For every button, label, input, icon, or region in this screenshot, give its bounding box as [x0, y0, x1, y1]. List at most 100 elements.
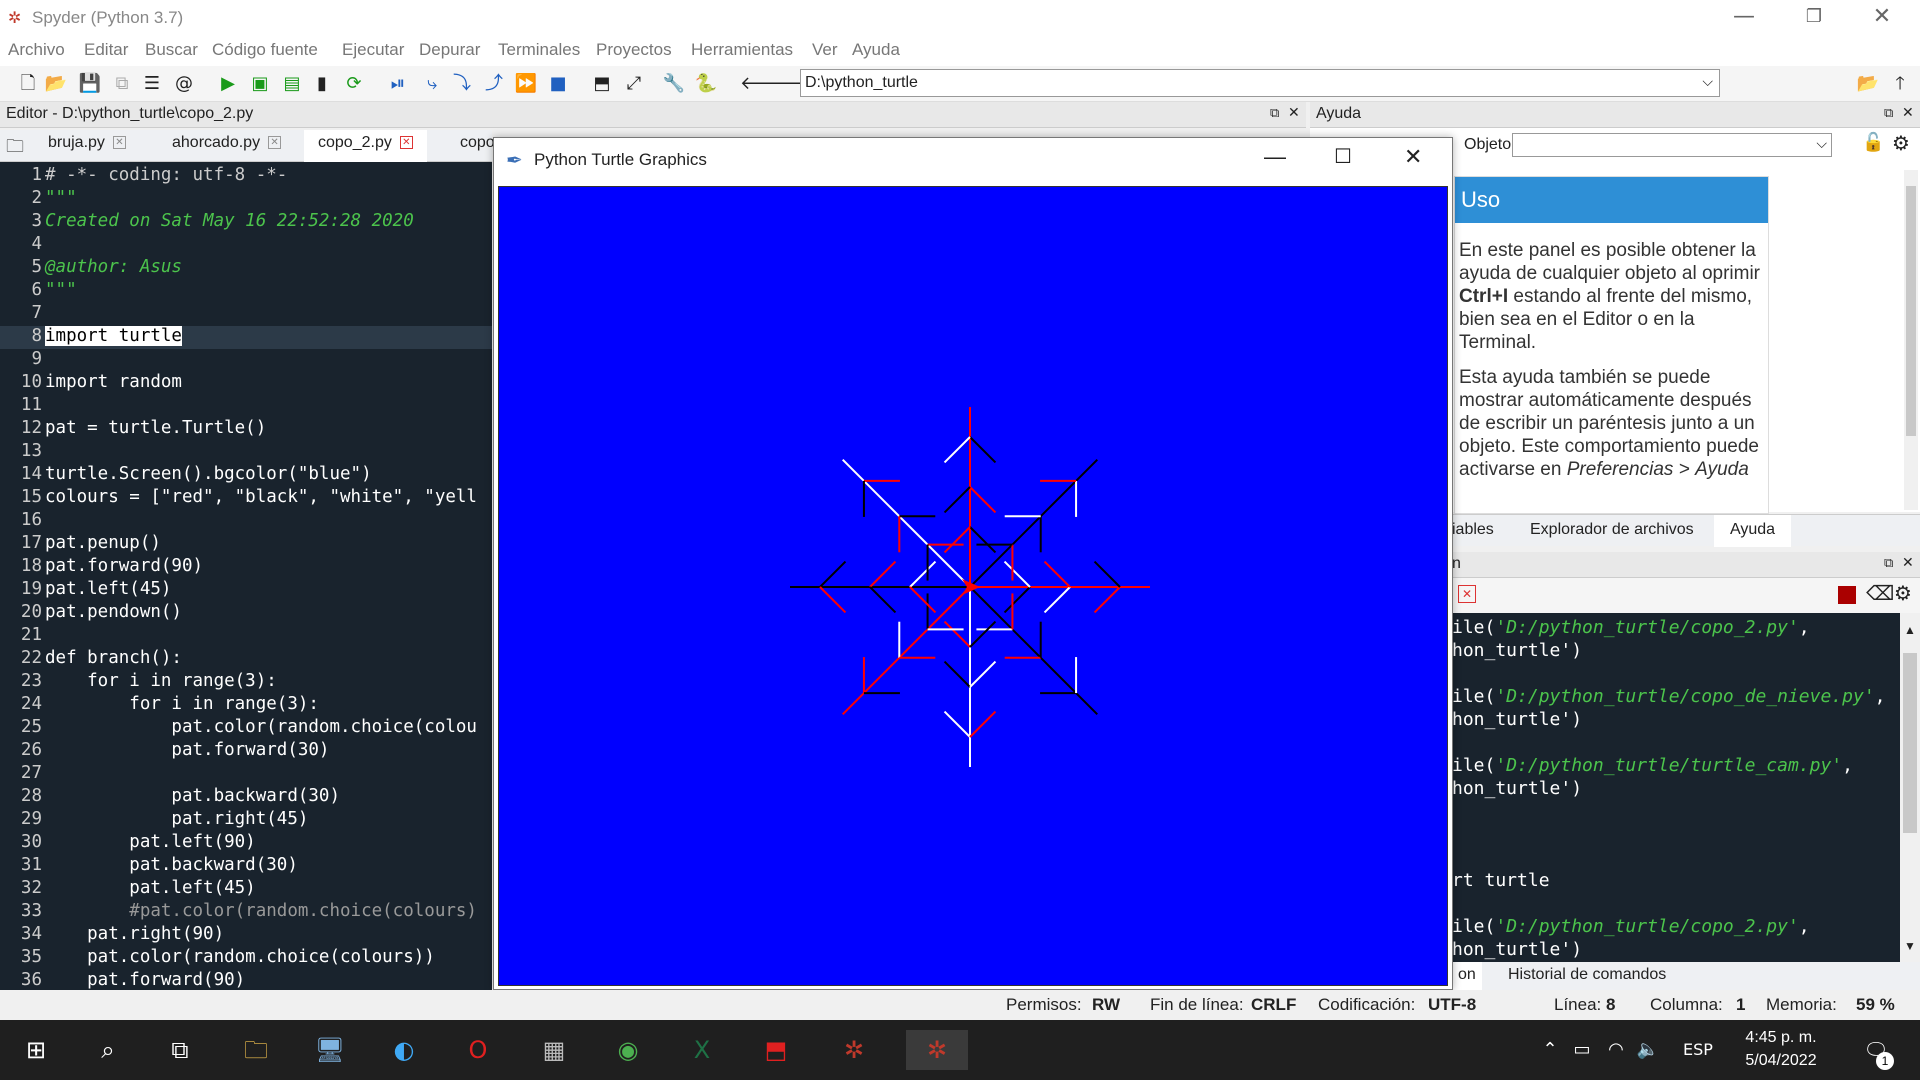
undock-icon[interactable]: ⧉ [1884, 555, 1893, 571]
menu-proyectos[interactable]: Proyectos [596, 40, 672, 60]
continue-icon[interactable]: ⏩ [514, 72, 538, 96]
close-tab-icon[interactable]: ✕ [268, 136, 282, 150]
edge-icon[interactable]: ◐ [384, 1030, 424, 1070]
undock-icon[interactable]: ⧉ [1270, 105, 1279, 121]
lock-icon[interactable]: 🔓 [1862, 132, 1884, 153]
maximize-button[interactable]: ☐ [1334, 144, 1352, 169]
tab-bruja[interactable]: bruja.py ✕ [48, 134, 126, 152]
opera-icon[interactable]: O [458, 1030, 498, 1070]
new-file-icon[interactable]: 🗋 [16, 72, 40, 96]
menu-depurar[interactable]: Depurar [419, 40, 480, 60]
code-line: import random [45, 372, 182, 392]
chevron-down-icon[interactable]: ⌵ [1816, 135, 1827, 152]
tab-ahorcado[interactable]: ahorcado.py ✕ [172, 134, 282, 152]
line-number: 15 [20, 487, 42, 507]
python-path-icon[interactable]: 🐍 [694, 72, 718, 96]
menu-ayuda[interactable]: Ayuda [852, 40, 900, 60]
console-scrollbar[interactable]: ▲ ▼ [1900, 613, 1920, 962]
windows-start-icon[interactable]: ⊞ [16, 1030, 56, 1070]
tab-copo-2[interactable]: copo_2.py ✕ [304, 130, 427, 162]
menu-editar[interactable]: Editar [84, 40, 128, 60]
minimize-button[interactable]: — [1710, 0, 1778, 36]
preferences-icon[interactable]: 🔧 [662, 72, 686, 96]
package-icon[interactable]: ▦ [534, 1030, 574, 1070]
tab-ayuda[interactable]: Ayuda [1714, 515, 1792, 547]
browse-folder-icon[interactable]: 📂 [1856, 72, 1880, 96]
close-console-tab-icon[interactable]: ✕ [1458, 585, 1476, 603]
tab-copo[interactable]: copo [460, 134, 495, 152]
close-tab-icon[interactable]: ✕ [112, 136, 126, 150]
volume-icon[interactable]: 🔈 [1628, 1030, 1668, 1070]
fullscreen-icon[interactable]: ⤢ [622, 72, 646, 96]
restore-button[interactable]: ❐ [1780, 0, 1848, 36]
step-return-icon[interactable]: ⤴ [482, 72, 506, 96]
browse-tabs-icon[interactable]: 🗀 [6, 134, 24, 164]
tab-variables[interactable]: iables [1452, 521, 1494, 539]
spyder-icon[interactable]: ✲ [834, 1030, 874, 1070]
gear-icon[interactable]: ⚙ [1892, 131, 1910, 156]
tab-history[interactable]: Historial de comandos [1508, 966, 1666, 984]
close-button[interactable]: ✕ [1848, 0, 1916, 36]
chrome-icon[interactable]: ◉ [608, 1030, 648, 1070]
close-pane-icon[interactable]: ✕ [1902, 104, 1914, 121]
forward-arrow-icon[interactable]: 🡒 [770, 72, 818, 96]
line-number: 32 [20, 878, 42, 898]
menu-terminales[interactable]: Terminales [498, 40, 580, 60]
run-icon[interactable]: ▶ [216, 72, 240, 96]
maximize-pane-icon[interactable]: ⬒ [590, 72, 614, 96]
tab-console[interactable]: on [1452, 962, 1482, 990]
working-directory-input[interactable]: D:\python_turtle ⌵ [800, 69, 1720, 97]
rerun-icon[interactable]: ⟳ [342, 72, 366, 96]
search-icon[interactable]: ⌕ [88, 1030, 128, 1070]
console-line: hon_turtle') [1452, 709, 1582, 730]
list-icon[interactable]: ☰ [140, 72, 164, 96]
excel-icon[interactable]: X [682, 1030, 722, 1070]
code-editor[interactable]: 1 # -*- coding: utf-8 -*- 2 """ 3 Created on … [0, 162, 492, 990]
gear-icon[interactable]: ⚙ [1894, 581, 1912, 606]
stop-debug-icon[interactable]: ■ [546, 72, 570, 96]
open-file-icon[interactable]: 📂 [44, 72, 68, 96]
turtle-window[interactable]: ✒ Python Turtle Graphics — ☐ ✕ [493, 137, 1453, 990]
undock-icon[interactable]: ⧉ [1884, 105, 1893, 121]
ipython-console[interactable]: ile('D:/python_turtle/copo_2.py', hon_tur… [1452, 613, 1900, 962]
help-scrollbar[interactable] [1904, 170, 1918, 510]
stop-icon[interactable] [1838, 586, 1856, 604]
parent-folder-icon[interactable]: 🡑 [1888, 72, 1912, 96]
save-all-icon[interactable]: ⧉ [110, 72, 134, 96]
close-pane-icon[interactable]: ✕ [1288, 104, 1300, 121]
step-into-icon[interactable]: ⤵ [450, 72, 474, 96]
debug-icon[interactable]: ⏯ [386, 72, 410, 96]
language-indicator[interactable]: ESP [1676, 1030, 1720, 1070]
snowflake-branch [909, 560, 937, 588]
computer-icon[interactable]: 🖥 [310, 1030, 350, 1070]
clock[interactable]: 4:45 p. m. 5/04/2022 [1736, 1026, 1826, 1072]
menu-ejecutar[interactable]: Ejecutar [342, 40, 404, 60]
chevron-down-icon[interactable]: ⌵ [1702, 73, 1713, 90]
back-arrow-icon[interactable]: 🡐 [740, 72, 788, 96]
run-selection-icon[interactable]: ▮ [310, 72, 334, 96]
object-input[interactable]: ⌵ [1512, 133, 1832, 157]
close-button[interactable]: ✕ [1404, 144, 1422, 170]
menu-buscar[interactable]: Buscar [145, 40, 198, 60]
menu-herramientas[interactable]: Herramientas [691, 40, 793, 60]
eraser-icon[interactable]: ⌫ [1866, 581, 1894, 606]
task-view-icon[interactable]: ⧉ [160, 1030, 200, 1070]
menu-ver[interactable]: Ver [812, 40, 838, 60]
turtle-canvas[interactable] [498, 186, 1448, 986]
at-icon[interactable]: @ [172, 72, 196, 96]
save-icon[interactable]: 💾 [78, 72, 102, 96]
run-cell-advance-icon[interactable]: ▤ [280, 72, 304, 96]
run-cell-icon[interactable]: ▣ [248, 72, 272, 96]
tab-file-explorer[interactable]: Explorador de archivos [1530, 521, 1694, 539]
spyder-active-icon[interactable]: ✲ [906, 1030, 968, 1070]
menu-archivo[interactable]: Archivo [8, 40, 65, 60]
menu-codigo-fuente[interactable]: Código fuente [212, 40, 318, 60]
close-pane-icon[interactable]: ✕ [1902, 554, 1914, 571]
acrobat-icon[interactable]: ⬒ [756, 1030, 796, 1070]
file-explorer-icon[interactable]: 🗀 [236, 1030, 276, 1070]
step-icon[interactable]: ⤷ [420, 72, 444, 96]
snowflake-branch [943, 486, 971, 514]
close-tab-icon[interactable]: ✕ [399, 136, 413, 150]
minimize-button[interactable]: — [1264, 144, 1286, 170]
code-line: pat.penup() [45, 533, 161, 553]
